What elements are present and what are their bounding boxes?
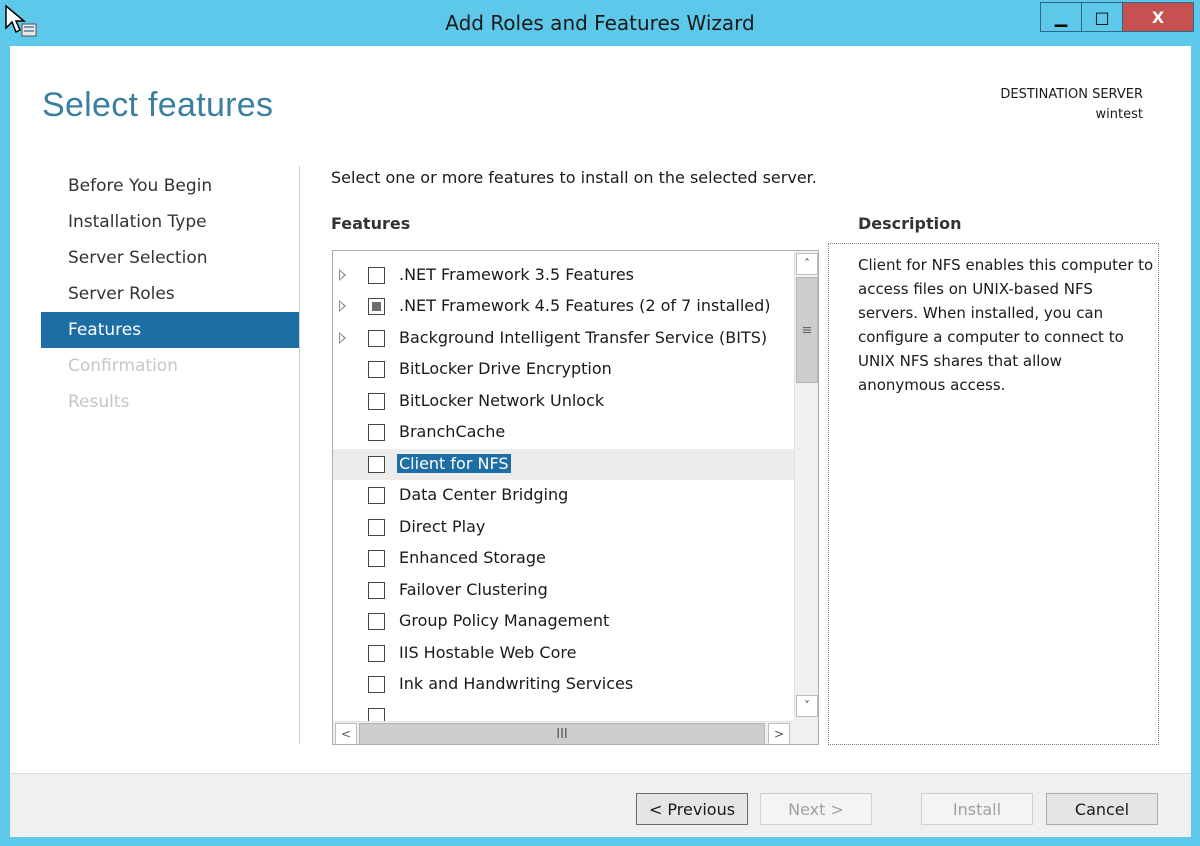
- feature-row[interactable]: IIS Hostable Web Core: [333, 638, 794, 669]
- feature-checkbox[interactable]: [368, 393, 385, 410]
- maximize-icon: □: [1094, 7, 1110, 27]
- wizard-client-area: Select features DESTINATION SERVER winte…: [10, 46, 1191, 837]
- feature-row[interactable]: BitLocker Drive Encryption: [333, 354, 794, 385]
- feature-row[interactable]: .NET Framework 3.5 Features: [333, 260, 794, 291]
- feature-checkbox[interactable]: [368, 330, 385, 347]
- chevron-up-icon: ˄: [804, 257, 810, 271]
- feature-checkbox[interactable]: [368, 298, 385, 315]
- description-panel: Client for NFS enables this computer to …: [828, 243, 1159, 745]
- features-header: Features: [331, 214, 411, 233]
- feature-checkbox[interactable]: [368, 361, 385, 378]
- instruction-text: Select one or more features to install o…: [331, 168, 817, 187]
- feature-checkbox[interactable]: [368, 676, 385, 693]
- feature-label[interactable]: BitLocker Network Unlock: [397, 391, 606, 410]
- feature-label[interactable]: BitLocker Drive Encryption: [397, 359, 614, 378]
- expand-arrow-icon[interactable]: [339, 269, 346, 281]
- feature-row[interactable]: .NET Framework 4.5 Features (2 of 7 inst…: [333, 291, 794, 322]
- nav-item-installation-type[interactable]: Installation Type: [41, 204, 299, 240]
- minimize-icon: ▁: [1054, 7, 1068, 27]
- close-icon: X: [1151, 7, 1165, 27]
- feature-row[interactable]: Ink and Handwriting Services: [333, 669, 794, 700]
- feature-row[interactable]: Data Center Bridging: [333, 480, 794, 511]
- feature-label[interactable]: Group Policy Management: [397, 611, 611, 630]
- vertical-scrollbar[interactable]: ˄ ≡ ˅: [794, 251, 818, 721]
- window-title: Add Roles and Features Wizard: [445, 11, 755, 35]
- previous-button[interactable]: < Previous: [636, 793, 748, 825]
- expand-arrow-icon[interactable]: [339, 300, 346, 312]
- nav-item-server-selection[interactable]: Server Selection: [41, 240, 299, 276]
- destination-server-name: wintest: [1095, 107, 1143, 122]
- feature-row[interactable]: Direct Play: [333, 512, 794, 543]
- scroll-left-button[interactable]: <: [335, 723, 357, 744]
- feature-checkbox[interactable]: [368, 645, 385, 662]
- next-button: Next >: [760, 793, 872, 825]
- nav-item-before-you-begin[interactable]: Before You Begin: [41, 168, 299, 204]
- description-header: Description: [858, 214, 962, 233]
- chevron-left-icon: <: [340, 727, 352, 741]
- feature-checkbox[interactable]: [368, 519, 385, 536]
- feature-checkbox[interactable]: [368, 424, 385, 441]
- feature-row[interactable]: BranchCache: [333, 417, 794, 448]
- nav-item-results: Results: [68, 392, 130, 412]
- minimize-button[interactable]: ▁: [1040, 2, 1082, 32]
- scroll-up-button[interactable]: ˄: [796, 253, 818, 275]
- feature-checkbox[interactable]: [368, 582, 385, 599]
- scroll-down-button[interactable]: ˅: [796, 695, 818, 717]
- feature-label[interactable]: BranchCache: [397, 422, 507, 441]
- grip-icon: III: [556, 726, 568, 742]
- vertical-scroll-thumb[interactable]: ≡: [796, 277, 818, 383]
- description-text: Client for NFS enables this computer to …: [858, 256, 1154, 394]
- feature-row[interactable]: Enhanced Storage: [333, 543, 794, 574]
- feature-checkbox[interactable]: [368, 456, 385, 473]
- feature-label[interactable]: Failover Clustering: [397, 580, 550, 599]
- feature-label[interactable]: Data Center Bridging: [397, 485, 570, 504]
- nav-divider: [299, 166, 300, 744]
- title-bar[interactable]: Add Roles and Features Wizard ▁ □ X: [0, 0, 1200, 46]
- page-title: Select features: [42, 86, 274, 124]
- feature-label[interactable]: Background Intelligent Transfer Service …: [397, 328, 769, 347]
- feature-label[interactable]: Enhanced Storage: [397, 548, 548, 567]
- feature-row[interactable]: Failover Clustering: [333, 575, 794, 606]
- wizard-footer: < Previous Next > Install Cancel: [10, 773, 1191, 837]
- horizontal-scrollbar[interactable]: < III >: [333, 721, 794, 744]
- expand-arrow-icon[interactable]: [339, 332, 346, 344]
- nav-item-server-roles[interactable]: Server Roles: [41, 276, 299, 312]
- maximize-button[interactable]: □: [1081, 2, 1123, 32]
- cancel-button[interactable]: Cancel: [1046, 793, 1158, 825]
- scrollbar-corner: [794, 721, 818, 744]
- feature-label[interactable]: .NET Framework 4.5 Features (2 of 7 inst…: [397, 296, 773, 315]
- nav-item-confirmation: Confirmation: [68, 356, 178, 376]
- chevron-right-icon: >: [773, 727, 785, 741]
- feature-label[interactable]: Client for NFS: [397, 454, 511, 473]
- install-button: Install: [921, 793, 1033, 825]
- feature-label[interactable]: .NET Framework 3.5 Features: [397, 265, 636, 284]
- features-tree[interactable]: .NET Framework 3.5 Features .NET Framewo…: [332, 250, 819, 745]
- feature-label[interactable]: IIS Hostable Web Core: [397, 643, 578, 662]
- grip-icon: ≡: [801, 322, 813, 338]
- feature-checkbox[interactable]: [368, 487, 385, 504]
- feature-row[interactable]: Background Intelligent Transfer Service …: [333, 323, 794, 354]
- destination-server-label: DESTINATION SERVER: [1000, 87, 1143, 102]
- chevron-down-icon: ˅: [804, 699, 810, 713]
- close-button[interactable]: X: [1122, 2, 1194, 32]
- feature-label[interactable]: Ink and Handwriting Services: [397, 674, 635, 693]
- nav-item-features[interactable]: Features: [41, 312, 299, 348]
- feature-row[interactable]: BitLocker Network Unlock: [333, 386, 794, 417]
- feature-checkbox[interactable]: [368, 550, 385, 567]
- horizontal-scroll-thumb[interactable]: III: [359, 723, 765, 744]
- wizard-nav: Before You Begin Installation Type Serve…: [41, 168, 299, 420]
- feature-checkbox[interactable]: [368, 267, 385, 284]
- feature-row-selected[interactable]: Client for NFS: [333, 449, 794, 480]
- feature-label[interactable]: Direct Play: [397, 517, 487, 536]
- feature-row[interactable]: Group Policy Management: [333, 606, 794, 637]
- scroll-right-button[interactable]: >: [768, 723, 790, 744]
- feature-checkbox[interactable]: [368, 613, 385, 630]
